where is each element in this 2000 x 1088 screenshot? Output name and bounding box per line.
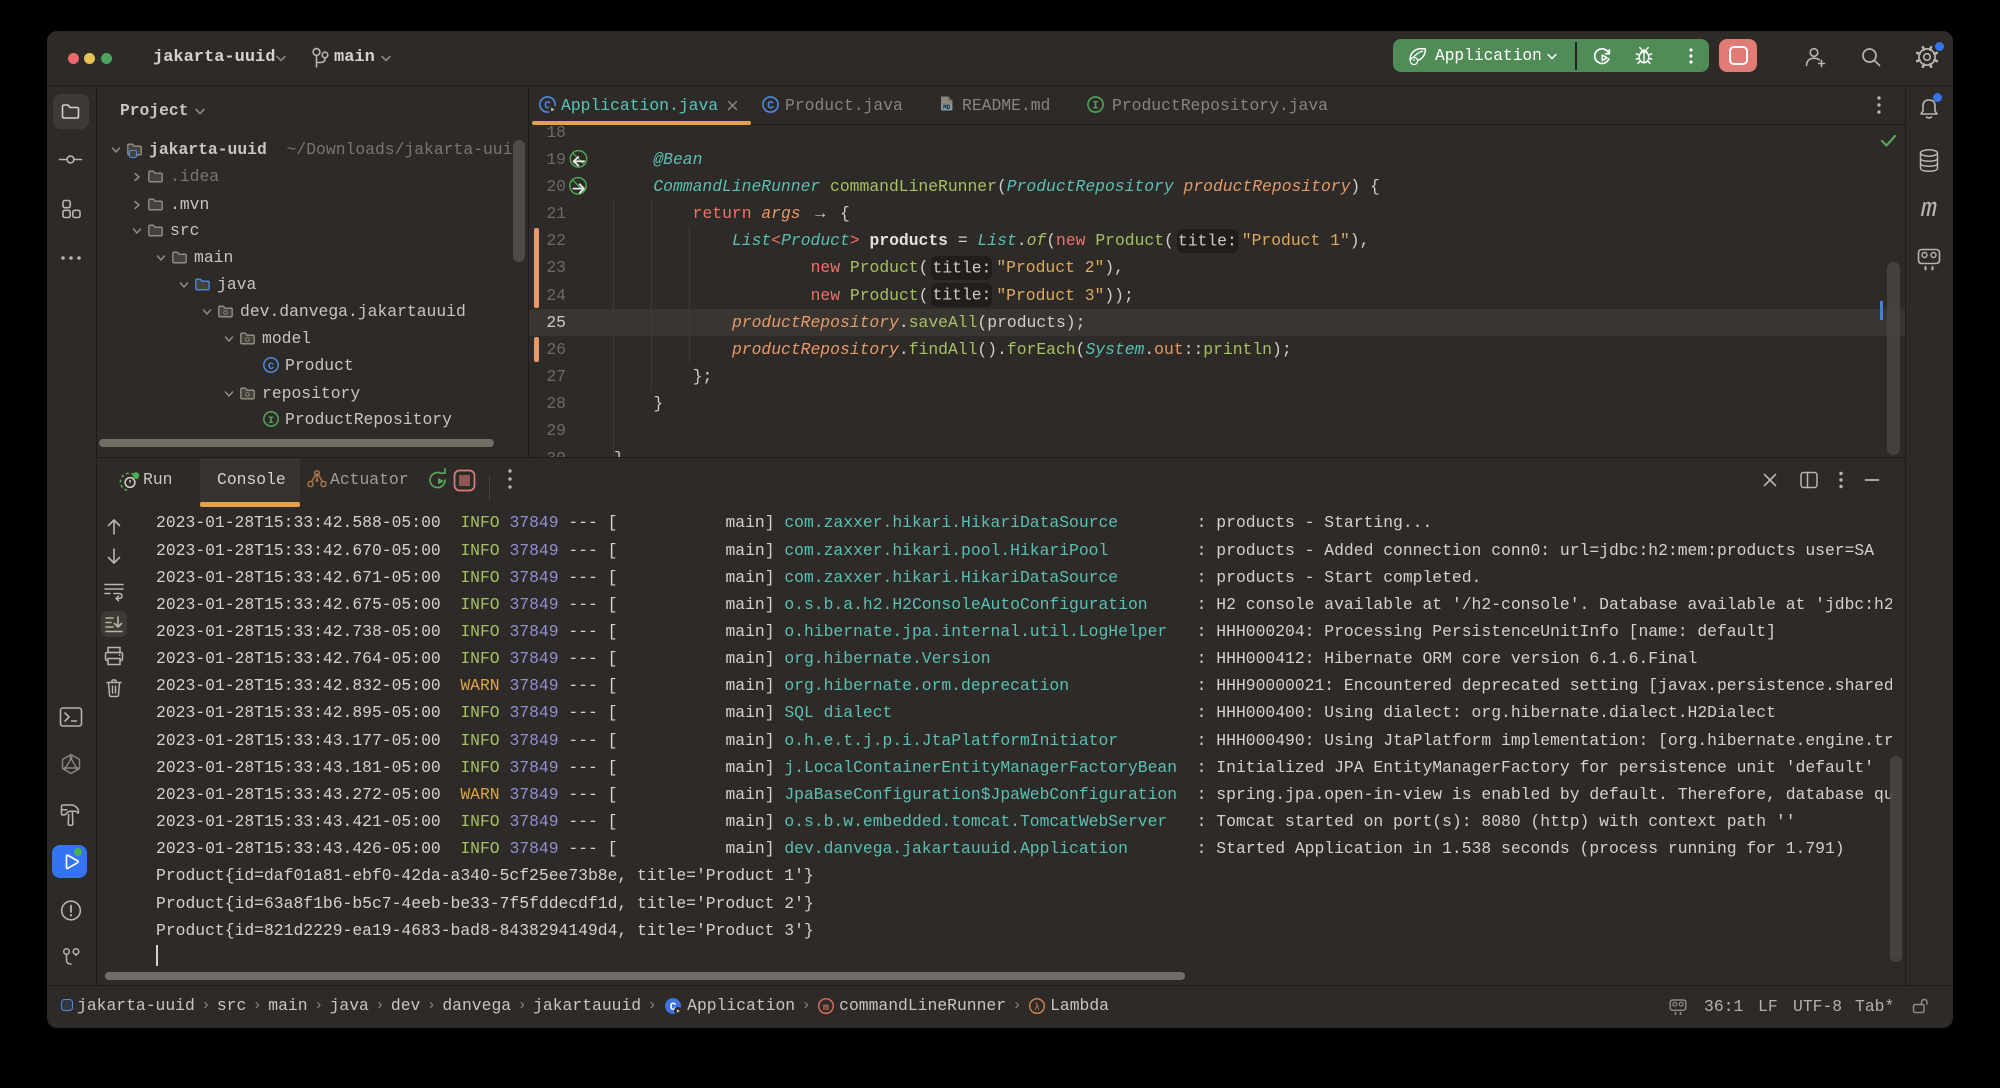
svg-text:m: m (1921, 195, 1937, 225)
svg-text:I: I (1092, 101, 1099, 113)
svg-text:C: C (268, 361, 275, 373)
svg-text:C: C (767, 101, 774, 113)
svg-text:MD: MD (943, 104, 951, 111)
svg-text:λ: λ (1034, 1002, 1040, 1014)
svg-text:m: m (823, 1003, 829, 1014)
svg-text:I: I (268, 415, 274, 427)
